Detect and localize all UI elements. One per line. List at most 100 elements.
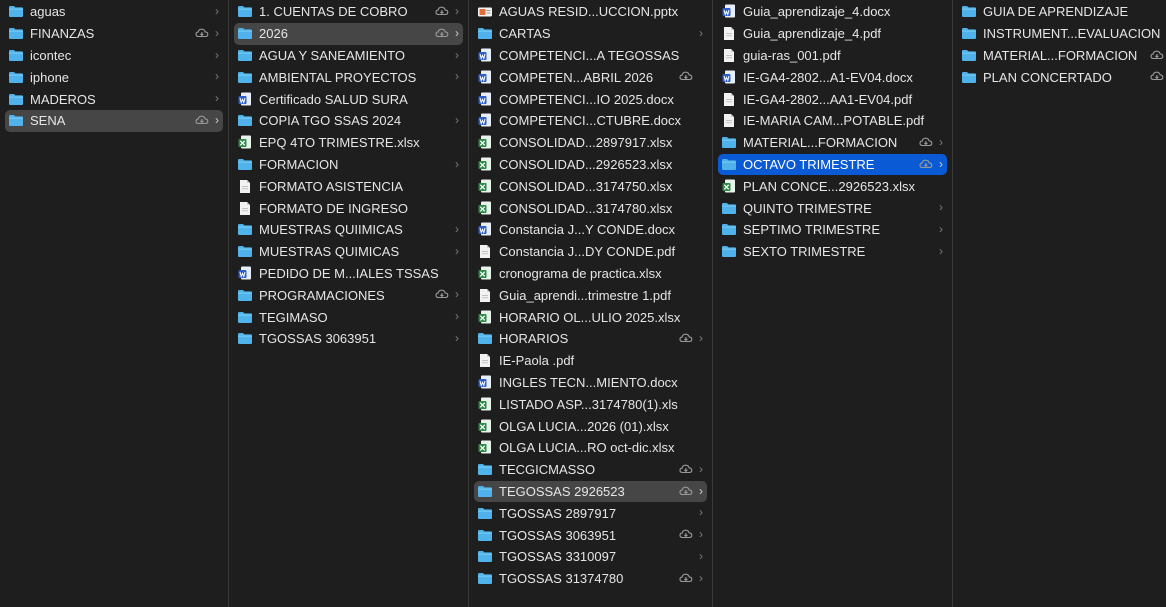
icloud-download-icon[interactable] [679, 463, 693, 477]
word-doc-icon [477, 375, 493, 389]
list-item[interactable]: EPQ 4TO TRIMESTRE.xlsx [234, 132, 463, 154]
list-item[interactable]: PLAN CONCERTADO [958, 66, 1164, 88]
folder-icon [477, 528, 493, 542]
list-item[interactable]: IE-GA4-2802...AA1-EV04.pdf [718, 88, 947, 110]
generic-doc-icon [477, 245, 493, 259]
list-item[interactable]: PEDIDO DE M...IALES TSSAS [234, 263, 463, 285]
list-item[interactable]: SEPTIMO TRIMESTRE › [718, 219, 947, 241]
list-item[interactable]: MATERIAL...FORMACION › [718, 132, 947, 154]
list-item[interactable]: COMPETENCI...A TEGOSSAS [474, 45, 707, 67]
list-item[interactable]: FORMACION › [234, 154, 463, 176]
list-item[interactable]: FORMATO ASISTENCIA [234, 175, 463, 197]
list-item[interactable]: CONSOLIDAD...2926523.xlsx [474, 154, 707, 176]
icloud-download-icon[interactable] [679, 70, 693, 84]
icloud-download-icon[interactable] [1150, 49, 1164, 63]
list-item[interactable]: Constancia J...DY CONDE.pdf [474, 241, 707, 263]
list-item[interactable]: TECGICMASSO › [474, 459, 707, 481]
list-item[interactable]: TGOSSAS 3063951 › [234, 328, 463, 350]
list-item[interactable]: Guia_aprendi...trimestre 1.pdf [474, 284, 707, 306]
chevron-right-icon: › [699, 461, 703, 476]
list-item[interactable]: IE-MARIA CAM...POTABLE.pdf [718, 110, 947, 132]
list-item[interactable]: guia-ras_001.pdf [718, 45, 947, 67]
list-item[interactable]: INSTRUMENT...EVALUACION [958, 23, 1161, 45]
icloud-download-icon[interactable] [195, 27, 209, 41]
list-item[interactable]: TGOSSAS 3310097 › [474, 546, 707, 568]
icloud-download-icon[interactable] [679, 572, 693, 586]
list-item[interactable]: COMPETENCI...CTUBRE.docx [474, 110, 707, 132]
column-1[interactable]: aguas › FINANZAS › icontec › iphone › MADEROS › SE… [0, 0, 229, 607]
list-item[interactable]: OCTAVO TRIMESTRE › [718, 153, 947, 176]
list-item[interactable]: aguas › [5, 1, 223, 23]
icloud-download-icon[interactable] [679, 485, 693, 499]
column-2[interactable]: 1. CUENTAS DE COBRO › 2026 › AGUA Y SANEAMIE… [229, 0, 469, 607]
list-item[interactable]: COMPETENCI...IO 2025.docx [474, 88, 707, 110]
list-item[interactable]: CARTAS › [474, 23, 707, 45]
icloud-download-icon[interactable] [435, 27, 449, 41]
list-item[interactable]: Guia_aprendizaje_4.docx [718, 1, 947, 23]
chevron-right-icon: › [455, 330, 459, 345]
item-label: Certificado SALUD SURA [259, 91, 408, 107]
item-label: IE-Paola .pdf [499, 353, 575, 369]
list-item[interactable]: COPIA TGO SSAS 2024 › [234, 110, 463, 132]
list-item[interactable]: COMPETEN...ABRIL 2026 [474, 66, 707, 88]
list-item[interactable]: IE-Paola .pdf [474, 350, 707, 372]
list-item[interactable]: cronograma de practica.xlsx [474, 263, 707, 285]
list-item[interactable]: GUIA DE APRENDIZAJE [958, 1, 1161, 23]
icloud-download-icon[interactable] [919, 136, 933, 150]
list-item[interactable]: SENA › [5, 109, 223, 132]
list-item[interactable]: AGUA Y SANEAMIENTO › [234, 45, 463, 67]
list-item[interactable]: PROGRAMACIONES › [234, 284, 463, 306]
list-item[interactable]: OLGA LUCIA...RO oct-dic.xlsx [474, 437, 707, 459]
list-item[interactable]: SEXTO TRIMESTRE › [718, 241, 947, 263]
list-item[interactable]: CONSOLIDAD...2897917.xlsx [474, 132, 707, 154]
icloud-download-icon[interactable] [679, 528, 693, 542]
list-item[interactable]: TGOSSAS 3063951 › [474, 524, 707, 546]
list-item[interactable]: INGLES TECN...MIENTO.docx [474, 372, 707, 394]
list-item[interactable]: CONSOLIDAD...3174780.xlsx [474, 197, 707, 219]
list-item[interactable]: MUESTRAS QUIIMICAS › [234, 219, 463, 241]
list-item[interactable]: MADEROS › [5, 88, 223, 110]
list-item[interactable]: CONSOLIDAD...3174750.xlsx [474, 175, 707, 197]
icloud-download-icon[interactable] [1150, 70, 1164, 84]
item-label: Constancia J...Y CONDE.docx [499, 222, 676, 238]
column-5[interactable]: GUIA DE APRENDIZAJE INSTRUMENT...EVALUACI… [953, 0, 1166, 607]
list-item[interactable]: IE-GA4-2802...A1-EV04.docx [718, 66, 947, 88]
list-item[interactable]: HORARIOS › [474, 328, 707, 350]
list-item[interactable]: Certificado SALUD SURA [234, 88, 463, 110]
list-item[interactable]: MATERIAL...FORMACION [958, 45, 1164, 67]
list-item[interactable]: TGOSSAS 31374780 › [474, 568, 707, 590]
list-item[interactable]: iphone › [5, 66, 223, 88]
list-item[interactable]: FINANZAS › [5, 23, 223, 45]
list-item[interactable]: PLAN CONCE...2926523.xlsx [718, 175, 947, 197]
list-item[interactable]: LISTADO ASP...3174780(1).xls [474, 393, 707, 415]
column-3[interactable]: AGUAS RESID...UCCION.pptx CARTAS › COMPETEN… [469, 0, 713, 607]
list-item[interactable]: AGUAS RESID...UCCION.pptx [474, 1, 707, 23]
list-item[interactable]: 1. CUENTAS DE COBRO › [234, 1, 463, 23]
item-label: COMPETEN...ABRIL 2026 [499, 69, 654, 85]
item-label: SEPTIMO TRIMESTRE [743, 222, 880, 238]
list-item[interactable]: TEGOSSAS 2926523 › [474, 480, 707, 503]
list-item[interactable]: HORARIO OL...ULIO 2025.xlsx [474, 306, 707, 328]
icloud-download-icon[interactable] [195, 114, 209, 128]
list-item[interactable]: TEGIMASO › [234, 306, 463, 328]
item-label: AMBIENTAL PROYECTOS [259, 69, 417, 85]
list-item[interactable]: QUINTO TRIMESTRE › [718, 197, 947, 219]
column-4[interactable]: Guia_aprendizaje_4.docx Guia_aprendizaje_… [713, 0, 953, 607]
list-item[interactable]: FORMATO DE INGRESO [234, 197, 463, 219]
icloud-download-icon[interactable] [435, 5, 449, 19]
list-item[interactable]: 2026 › [234, 22, 463, 45]
icloud-download-icon[interactable] [919, 158, 933, 172]
list-item[interactable]: TGOSSAS 2897917 › [474, 502, 707, 524]
list-item[interactable]: OLGA LUCIA...2026 (01).xlsx [474, 415, 707, 437]
word-doc-icon [237, 266, 253, 280]
folder-icon [721, 157, 737, 171]
list-item[interactable]: Constancia J...Y CONDE.docx [474, 219, 707, 241]
folder-icon [477, 550, 493, 564]
list-item[interactable]: AMBIENTAL PROYECTOS › [234, 66, 463, 88]
folder-icon [721, 223, 737, 237]
icloud-download-icon[interactable] [679, 332, 693, 346]
icloud-download-icon[interactable] [435, 288, 449, 302]
list-item[interactable]: MUESTRAS QUIMICAS › [234, 241, 463, 263]
list-item[interactable]: Guia_aprendizaje_4.pdf [718, 23, 947, 45]
list-item[interactable]: icontec › [5, 45, 223, 67]
